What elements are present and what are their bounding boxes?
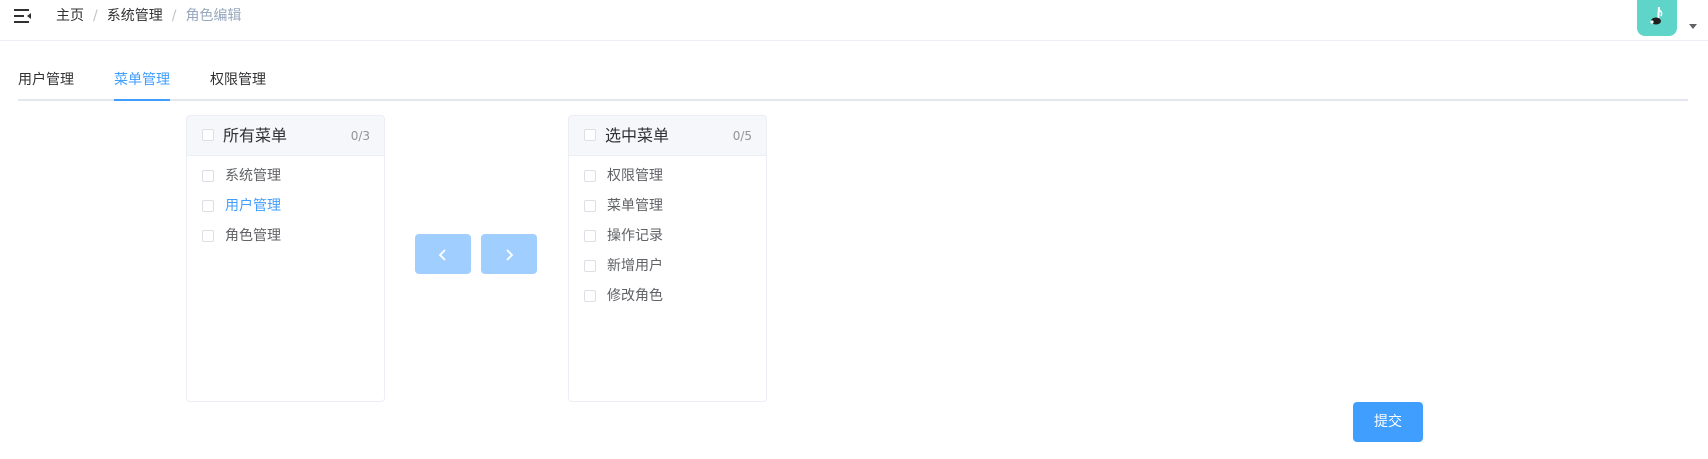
- tab-user-management[interactable]: 用户管理: [18, 71, 74, 89]
- tab-permission-management[interactable]: 权限管理: [210, 71, 266, 89]
- item-checkbox[interactable]: [584, 230, 596, 242]
- panel-title: 所有菜单: [223, 126, 288, 145]
- move-right-button[interactable]: [481, 234, 537, 274]
- submit-button[interactable]: 提交: [1353, 402, 1423, 442]
- chevron-right-icon: [506, 249, 514, 261]
- transfer-panel-selected-menus: 选中菜单 0/5 权限管理 菜单管理 操作记录 新增用户 修改角色: [568, 115, 767, 402]
- breadcrumb-separator: /: [171, 8, 177, 24]
- tab-bar: 用户管理 菜单管理 权限管理: [18, 62, 1688, 101]
- panel-header: 选中菜单 0/5: [569, 116, 766, 156]
- item-checkbox[interactable]: [584, 170, 596, 182]
- chevron-left-icon: [438, 249, 446, 261]
- list-item[interactable]: 菜单管理: [569, 191, 766, 221]
- selection-count: 0/3: [350, 129, 370, 143]
- move-left-button[interactable]: [415, 234, 471, 274]
- list-item[interactable]: 系统管理: [187, 161, 384, 191]
- item-checkbox[interactable]: [584, 260, 596, 272]
- item-checkbox[interactable]: [584, 290, 596, 302]
- item-label: 菜单管理: [607, 198, 663, 214]
- list-item[interactable]: 修改角色: [569, 281, 766, 311]
- selection-count: 0/5: [732, 129, 752, 143]
- item-label: 修改角色: [607, 288, 663, 304]
- list-item[interactable]: 操作记录: [569, 221, 766, 251]
- list-item[interactable]: 用户管理: [187, 191, 384, 221]
- list-item[interactable]: 角色管理: [187, 221, 384, 251]
- tab-divider: [18, 99, 1688, 101]
- panel-header: 所有菜单 0/3: [187, 116, 384, 156]
- user-avatar[interactable]: [1637, 0, 1677, 36]
- breadcrumb-separator: /: [93, 8, 98, 24]
- transfer-panel-all-menus: 所有菜单 0/3 系统管理 用户管理 角色管理: [186, 115, 385, 402]
- select-all-checkbox[interactable]: [202, 129, 214, 141]
- item-label: 新增用户: [607, 258, 663, 274]
- item-label: 操作记录: [607, 228, 663, 244]
- list-item[interactable]: 权限管理: [569, 161, 766, 191]
- breadcrumb-current-page: 角色编辑: [185, 8, 242, 24]
- tab-menu-management[interactable]: 菜单管理: [114, 71, 170, 89]
- item-label: 角色管理: [225, 228, 281, 244]
- item-checkbox[interactable]: [584, 200, 596, 212]
- select-all-checkbox[interactable]: [584, 129, 596, 141]
- breadcrumb: 主页 / 系统管理 / 角色编辑: [56, 7, 241, 25]
- breadcrumb-system-management[interactable]: 系统管理: [107, 8, 163, 24]
- active-tab-indicator: [114, 99, 170, 101]
- item-checkbox[interactable]: [202, 200, 214, 212]
- item-label: 权限管理: [607, 168, 663, 184]
- panel-title: 选中菜单: [605, 126, 670, 145]
- breadcrumb-home[interactable]: 主页: [56, 8, 84, 24]
- item-label: 系统管理: [225, 168, 281, 184]
- list-item[interactable]: 新增用户: [569, 251, 766, 281]
- top-navbar: 主页 / 系统管理 / 角色编辑: [0, 0, 1708, 41]
- caret-down-icon[interactable]: [1689, 24, 1697, 29]
- item-checkbox[interactable]: [202, 230, 214, 242]
- item-label: 用户管理: [225, 198, 281, 214]
- item-checkbox[interactable]: [202, 170, 214, 182]
- menu-fold-icon[interactable]: [14, 8, 32, 24]
